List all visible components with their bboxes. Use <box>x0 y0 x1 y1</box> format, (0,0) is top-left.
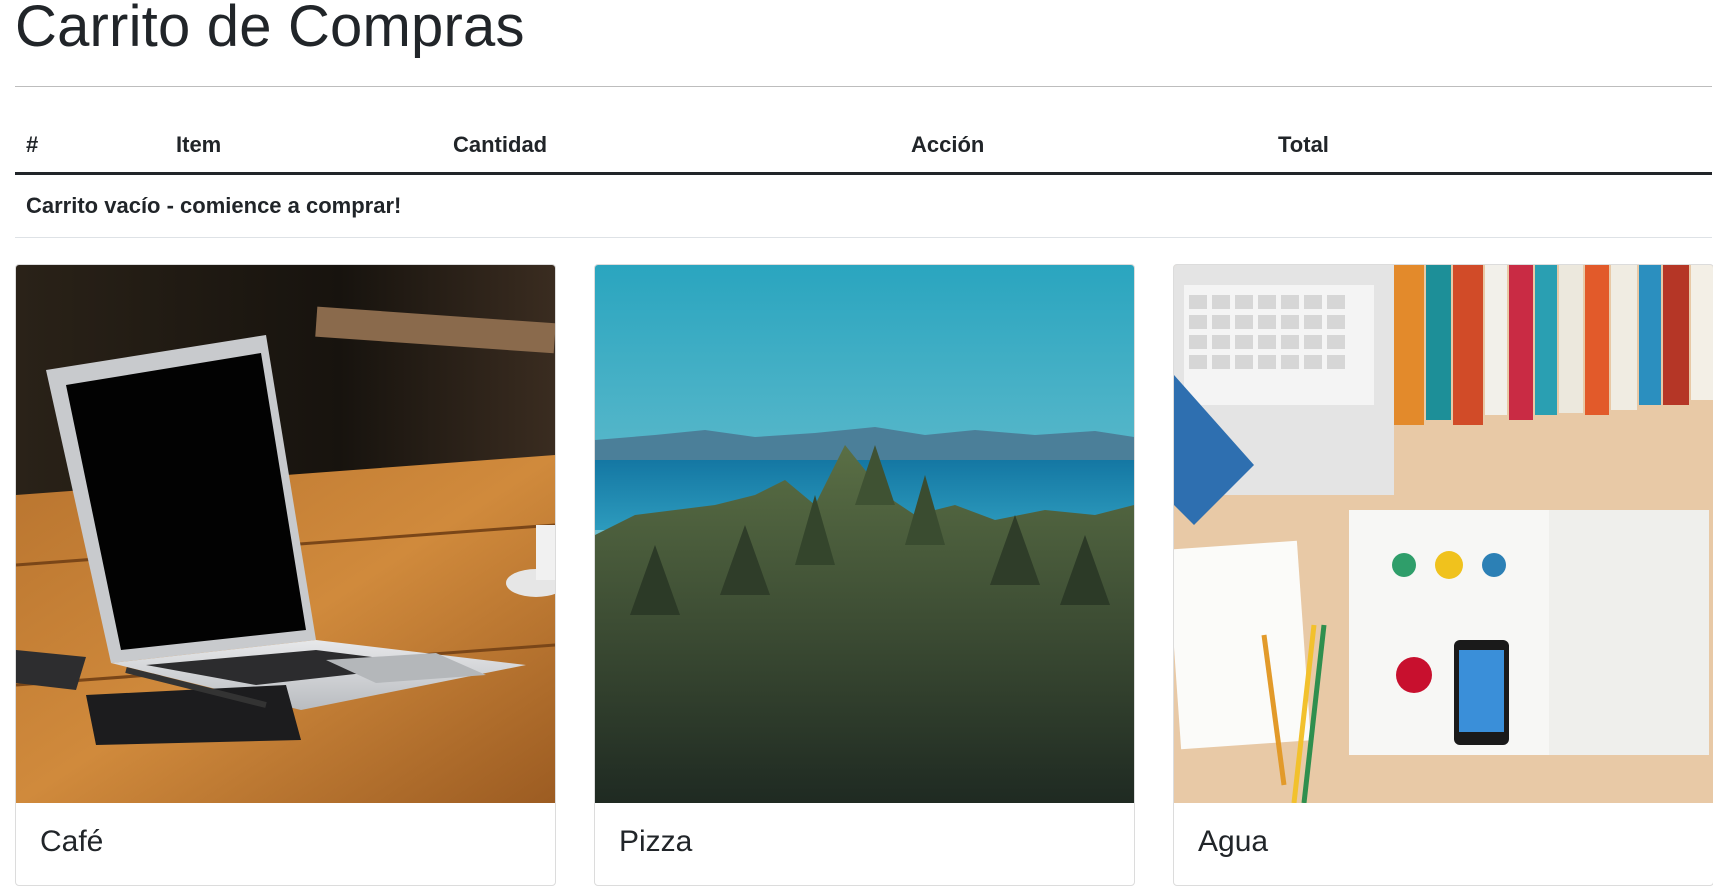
column-header-total: Total <box>1267 118 1712 175</box>
desk-books-notebook-photo-icon <box>1174 265 1713 803</box>
empty-cart-message: Carrito vacío - comience a comprar! <box>15 173 1712 238</box>
forest-sea-landscape-photo-icon <box>595 265 1134 803</box>
product-grid: Café Pizza Agua <box>15 264 1713 886</box>
column-header-quantity: Cantidad <box>442 118 900 175</box>
product-image[interactable] <box>1174 265 1713 803</box>
column-header-action: Acción <box>900 118 1267 175</box>
empty-cart-row: Carrito vacío - comience a comprar! <box>15 173 1712 238</box>
page-title: Carrito de Compras <box>15 0 525 59</box>
product-image[interactable] <box>595 265 1134 803</box>
product-card[interactable]: Pizza <box>594 264 1135 886</box>
column-header-item: Item <box>165 118 442 175</box>
laptop-on-table-photo-icon <box>16 265 555 803</box>
product-image[interactable] <box>16 265 555 803</box>
column-header-number: # <box>15 118 165 175</box>
cart-header-row: # Item Cantidad Acción Total <box>15 118 1712 175</box>
cart-table: # Item Cantidad Acción Total Carrito vac… <box>15 118 1712 238</box>
product-card[interactable]: Café <box>15 264 556 886</box>
title-divider <box>15 86 1712 87</box>
product-card[interactable]: Agua <box>1173 264 1713 886</box>
